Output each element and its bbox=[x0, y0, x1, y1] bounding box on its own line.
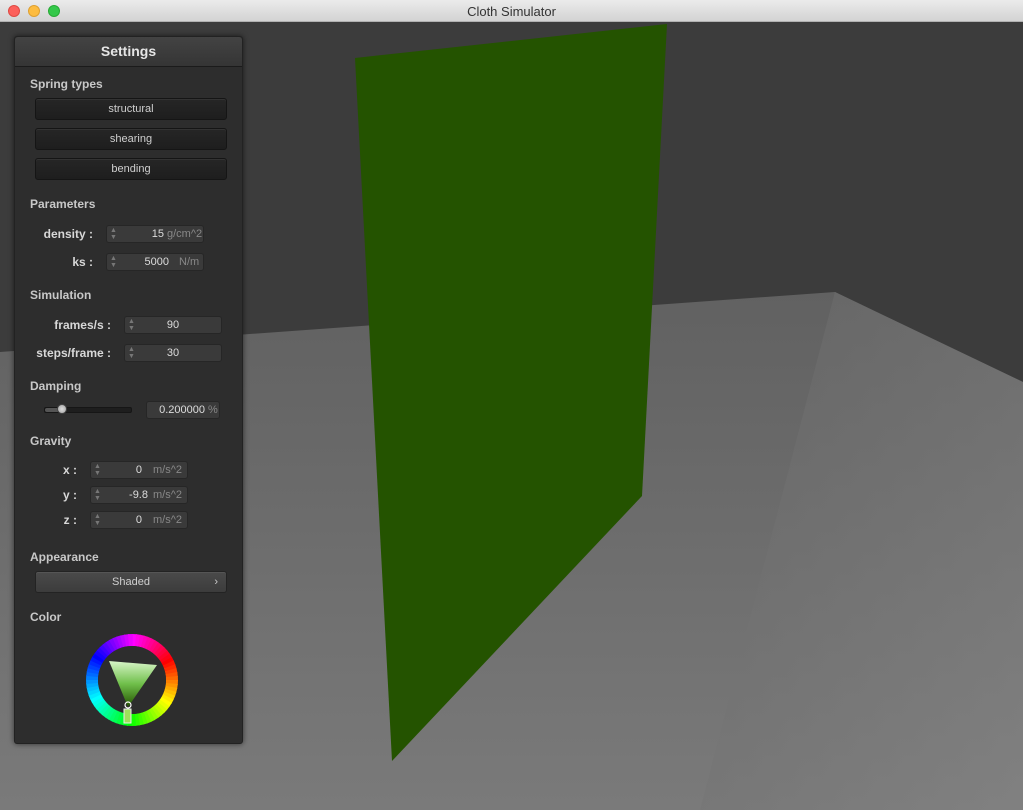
ks-unit: N/m bbox=[179, 256, 200, 268]
gravity-z-value: 0 bbox=[135, 514, 142, 526]
window-title: Cloth Simulator bbox=[467, 4, 556, 19]
frames-input[interactable]: ▲ ▼ 90 bbox=[124, 316, 222, 334]
density-label: density : bbox=[43, 227, 93, 241]
appearance-label: Appearance bbox=[30, 550, 99, 564]
ks-value: 5000 bbox=[144, 256, 169, 268]
gravity-x-stepper-icon[interactable]: ▲ ▼ bbox=[94, 463, 101, 477]
structural-button[interactable]: structural bbox=[35, 98, 227, 120]
density-unit: g/cm^2 bbox=[167, 228, 203, 240]
damping-label: Damping bbox=[30, 379, 82, 393]
gravity-x-value: 0 bbox=[135, 464, 142, 476]
gravity-z-stepper-icon[interactable]: ▲ ▼ bbox=[94, 513, 101, 527]
ks-input[interactable]: ▲ ▼ 5000 N/m bbox=[106, 253, 204, 271]
gravity-z-input[interactable]: ▲ ▼ 0 m/s^2 bbox=[90, 511, 188, 529]
gravity-x-label: x : bbox=[62, 463, 77, 477]
frames-label: frames/s : bbox=[54, 318, 111, 332]
damping-input[interactable]: 0.200000 % bbox=[146, 401, 220, 419]
gravity-label: Gravity bbox=[30, 434, 72, 448]
damping-slider-handle[interactable] bbox=[57, 404, 68, 414]
gravity-y-label: y : bbox=[62, 488, 77, 502]
gravity-z-label: z : bbox=[63, 513, 77, 527]
steps-value: 30 bbox=[166, 347, 180, 359]
settings-panel: Settings Spring types structural shearin… bbox=[14, 36, 243, 744]
simulation-label: Simulation bbox=[30, 288, 92, 302]
appearance-dropdown[interactable]: Shaded › bbox=[35, 571, 227, 593]
appearance-selected: Shaded bbox=[112, 576, 150, 588]
gravity-y-input[interactable]: ▲ ▼ -9.8 m/s^2 bbox=[90, 486, 188, 504]
title-bar: Cloth Simulator bbox=[0, 0, 1023, 22]
parameters-label: Parameters bbox=[30, 197, 96, 211]
damping-slider[interactable] bbox=[44, 404, 132, 414]
shearing-button[interactable]: shearing bbox=[35, 128, 227, 150]
spring-types-label: Spring types bbox=[30, 77, 103, 91]
ks-stepper-icon[interactable]: ▲ ▼ bbox=[110, 255, 117, 269]
density-input[interactable]: ▲ ▼ 15 g/cm^2 bbox=[106, 225, 204, 243]
steps-label: steps/frame : bbox=[36, 346, 111, 360]
damping-value: 0.200000 bbox=[159, 404, 205, 416]
steps-input[interactable]: ▲ ▼ 30 bbox=[124, 344, 222, 362]
bending-button[interactable]: bending bbox=[35, 158, 227, 180]
settings-title: Settings bbox=[15, 37, 242, 67]
gravity-x-unit: m/s^2 bbox=[153, 464, 182, 476]
damping-unit: % bbox=[208, 404, 218, 416]
gravity-y-stepper-icon[interactable]: ▲ ▼ bbox=[94, 488, 101, 502]
gravity-y-unit: m/s^2 bbox=[153, 489, 182, 501]
color-label: Color bbox=[30, 610, 62, 624]
gravity-y-value: -9.8 bbox=[129, 489, 148, 501]
ks-label: ks : bbox=[72, 255, 93, 269]
color-wheel[interactable] bbox=[85, 633, 179, 727]
gravity-x-input[interactable]: ▲ ▼ 0 m/s^2 bbox=[90, 461, 188, 479]
density-value: 15 bbox=[151, 228, 164, 240]
frames-value: 90 bbox=[166, 319, 180, 331]
gravity-z-unit: m/s^2 bbox=[153, 514, 182, 526]
hue-marker-icon[interactable] bbox=[123, 708, 132, 724]
density-stepper-icon[interactable]: ▲ ▼ bbox=[110, 227, 117, 241]
chevron-right-icon: › bbox=[214, 576, 218, 588]
